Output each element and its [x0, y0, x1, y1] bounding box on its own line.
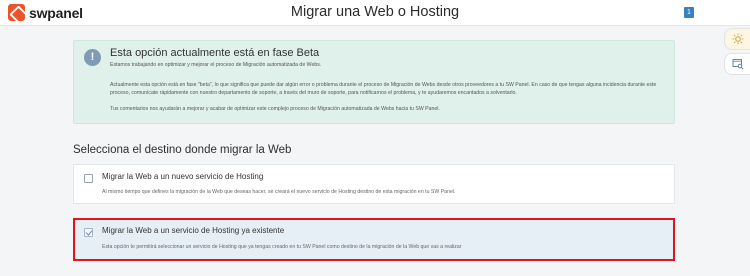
info-exclamation-icon: ! [84, 49, 101, 66]
beta-notice-paragraph: Actualmente esta opción está en fase "be… [110, 82, 657, 96]
theme-toggle-button[interactable] [724, 28, 750, 50]
search-window-icon [732, 59, 743, 70]
page-title: Migrar una Web o Hosting [290, 4, 460, 20]
search-window-button[interactable] [724, 53, 750, 75]
option-label: Migrar la Web a un servicio de Hosting y… [102, 226, 285, 235]
section-title: Selecciona el destino donde migrar la We… [73, 144, 292, 156]
option-description: Al mismo tiempo que defines la migración… [102, 189, 456, 195]
beta-notice-paragraph: Estamos trabajando en optimizar y mejora… [110, 62, 322, 68]
option-existing-hosting[interactable]: Migrar la Web a un servicio de Hosting y… [73, 218, 675, 261]
beta-notice-paragraph: Tus comentarios nos ayudarán a mejorar y… [110, 106, 440, 112]
notification-badge[interactable]: 1 [684, 7, 694, 18]
beta-notice-title: Esta opción actualmente está en fase Bet… [110, 47, 320, 59]
option-description: Esta opción te permitirá seleccionar un … [102, 244, 462, 250]
side-toolbar [724, 28, 750, 78]
sun-icon [732, 33, 743, 45]
top-bar: swpanel Migrar una Web o Hosting 1 [0, 0, 750, 26]
option-new-hosting-checkbox[interactable] [84, 174, 93, 183]
option-existing-hosting-checkbox[interactable] [84, 228, 93, 237]
beta-notice: ! Esta opción actualmente está en fase B… [73, 40, 675, 124]
option-label: Migrar la Web a un nuevo servicio de Hos… [102, 172, 264, 181]
option-new-hosting[interactable]: Migrar la Web a un nuevo servicio de Hos… [73, 164, 675, 204]
